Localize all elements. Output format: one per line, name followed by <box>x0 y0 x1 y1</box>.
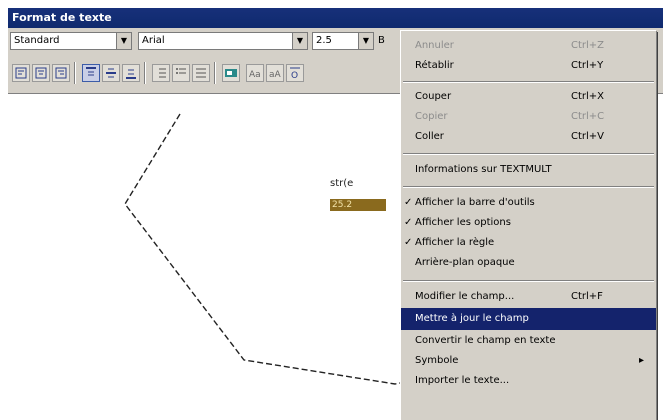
lowercase-icon[interactable]: aA <box>266 64 284 82</box>
height-combo[interactable]: 2.5 ▼ <box>312 32 374 50</box>
bullets-icon[interactable] <box>172 64 190 82</box>
menu-item-undo[interactable]: Annuler Ctrl+Z <box>401 35 656 57</box>
menu-item-show-options[interactable]: ✓ Afficher les options <box>401 212 656 234</box>
style-value: Standard <box>14 35 60 46</box>
menu-item-paste[interactable]: Coller Ctrl+V <box>401 126 656 148</box>
chevron-down-icon[interactable]: ▼ <box>116 33 131 49</box>
chevron-down-icon[interactable]: ▼ <box>358 33 373 49</box>
menu-item-cut[interactable]: Couper Ctrl+X <box>401 86 656 108</box>
menu-item-symbol[interactable]: Symbole ▸ <box>401 350 656 372</box>
overline-icon[interactable]: O <box>286 64 304 82</box>
style-combo[interactable]: Standard ▼ <box>10 32 132 50</box>
valign-bottom-icon[interactable] <box>122 64 140 82</box>
menu-item-update-field[interactable]: Mettre à jour le champ <box>401 308 656 330</box>
menu-item-redo[interactable]: Rétablir Ctrl+Y <box>401 55 656 77</box>
menu-item-convert-field[interactable]: Convertir le champ en texte <box>401 330 656 352</box>
checkmark-icon: ✓ <box>404 197 413 208</box>
context-menu: Annuler Ctrl+Z Rétablir Ctrl+Y Couper Ct… <box>400 30 656 420</box>
numbering-icon[interactable] <box>152 64 170 82</box>
svg-text:aA: aA <box>269 70 282 80</box>
font-value: Arial <box>142 35 165 46</box>
align-center-icon[interactable] <box>32 64 50 82</box>
menu-separator <box>403 186 654 188</box>
font-combo[interactable]: Arial ▼ <box>138 32 308 50</box>
menu-separator <box>403 81 654 83</box>
menu-separator <box>403 153 654 155</box>
menu-separator <box>403 280 654 282</box>
menu-item-opaque-background[interactable]: Arrière-plan opaque <box>401 252 656 274</box>
toolbar-separator <box>74 62 76 84</box>
menu-item-copy[interactable]: Copier Ctrl+C <box>401 106 656 128</box>
menu-item-edit-field[interactable]: Modifier le champ... Ctrl+F <box>401 286 656 308</box>
menu-item-show-ruler[interactable]: ✓ Afficher la règle <box>401 232 656 254</box>
menu-item-import-text[interactable]: Importer le texte... <box>401 370 656 392</box>
align-left-icon[interactable] <box>12 64 30 82</box>
svg-text:O: O <box>291 71 298 81</box>
uppercase-icon[interactable]: Aa <box>246 64 264 82</box>
valign-top-icon[interactable] <box>82 64 100 82</box>
toolbar-separator <box>144 62 146 84</box>
checkmark-icon: ✓ <box>404 217 413 228</box>
selected-text[interactable]: 25.2 <box>330 199 386 211</box>
valign-middle-icon[interactable] <box>102 64 120 82</box>
submenu-arrow-icon: ▸ <box>639 355 645 366</box>
insert-field-icon[interactable] <box>222 64 240 82</box>
menu-item-show-toolbar[interactable]: ✓ Afficher la barre d'outils <box>401 192 656 214</box>
list-icon[interactable] <box>192 64 210 82</box>
chevron-down-icon[interactable]: ▼ <box>292 33 307 49</box>
canvas-text-label: str(e <box>330 178 354 189</box>
bold-label[interactable]: B <box>378 35 385 46</box>
window-title: Format de texte <box>8 8 663 28</box>
checkmark-icon: ✓ <box>404 237 413 248</box>
toolbar-separator <box>214 62 216 84</box>
align-right-icon[interactable] <box>52 64 70 82</box>
svg-text:Aa: Aa <box>249 70 261 80</box>
height-value: 2.5 <box>316 35 332 46</box>
menu-item-mtext-info[interactable]: Informations sur TEXTMULT <box>401 159 656 181</box>
